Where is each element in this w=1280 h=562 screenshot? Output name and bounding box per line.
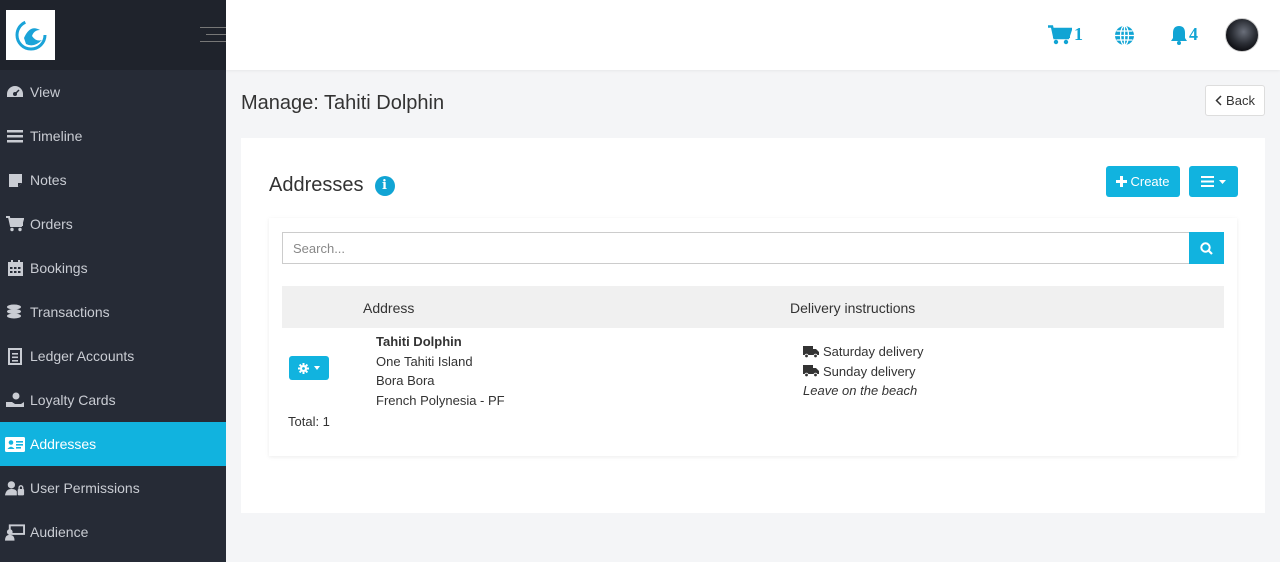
avatar[interactable] — [1225, 18, 1259, 52]
address-line: One Tahiti Island — [376, 353, 473, 369]
cart-icon — [5, 215, 25, 233]
addresses-panel: Address Delivery instructions Tahiti Dol… — [269, 218, 1237, 456]
delivery-item: Saturday delivery — [803, 342, 923, 362]
total-count: Total: 1 — [288, 414, 330, 429]
sidebar-item-label: Bookings — [30, 260, 88, 276]
sidebar-item-label: Ledger Accounts — [30, 348, 135, 364]
sidebar-item-notes[interactable]: Notes — [0, 158, 226, 202]
addresses-card: Addresses i Create Address Delivery inst… — [241, 138, 1265, 513]
bell-icon — [1171, 25, 1187, 45]
sidebar-item-bookings[interactable]: Bookings — [0, 246, 226, 290]
timeline-icon — [5, 127, 25, 145]
sidebar-nav: View Timeline Notes Orders Bookings Tran… — [0, 70, 226, 554]
sidebar-toggle[interactable] — [200, 27, 226, 48]
notification-count: 4 — [1189, 24, 1198, 44]
sidebar-item-label: Transactions — [30, 304, 110, 320]
back-button[interactable]: Back — [1205, 85, 1265, 116]
chevron-left-icon — [1215, 95, 1222, 106]
create-button[interactable]: Create — [1106, 166, 1180, 197]
sidebar-item-orders[interactable]: Orders — [0, 202, 226, 246]
table-header: Address Delivery instructions — [282, 286, 1224, 328]
sidebar-item-label: Notes — [30, 172, 67, 188]
create-button-label: Create — [1130, 174, 1170, 189]
sidebar-item-label: Addresses — [30, 436, 97, 452]
back-button-label: Back — [1226, 93, 1255, 108]
delivery-cell: Saturday delivery Sunday delivery Leave … — [803, 342, 923, 401]
addresses-table: Address Delivery instructions Tahiti Dol… — [282, 286, 1224, 412]
delivery-note: Leave on the beach — [803, 383, 918, 398]
coins-icon — [5, 303, 25, 321]
column-header-address: Address — [363, 300, 415, 316]
page-title: Manage: Tahiti Dolphin — [241, 92, 445, 114]
sidebar-item-transactions[interactable]: Transactions — [0, 290, 226, 334]
plus-icon — [1116, 176, 1128, 187]
notifications-button[interactable]: 4 — [1170, 24, 1198, 45]
list-icon — [1201, 176, 1214, 187]
note-icon — [5, 171, 25, 189]
sidebar-item-user-permissions[interactable]: User Permissions — [0, 466, 226, 510]
dashboard-icon — [5, 83, 25, 101]
cart-button[interactable]: 1 — [1048, 24, 1083, 45]
globe-icon — [1115, 25, 1134, 46]
delivery-item-label: Saturday delivery — [823, 344, 924, 359]
sidebar-item-label: User Permissions — [30, 480, 140, 496]
search-bar — [282, 232, 1225, 264]
address-cell: Tahiti Dolphin One Tahiti Island Bora Bo… — [376, 332, 505, 410]
ledger-icon — [5, 347, 25, 365]
search-icon — [1200, 241, 1213, 255]
caret-down-icon — [314, 366, 320, 370]
options-menu-button[interactable] — [1189, 166, 1238, 197]
gear-icon — [298, 362, 309, 374]
sidebar-item-label: Loyalty Cards — [30, 392, 116, 408]
logo[interactable] — [6, 10, 55, 60]
cart-count: 1 — [1074, 24, 1083, 44]
calendar-icon — [5, 259, 25, 277]
sidebar-item-label: View — [30, 84, 61, 100]
dolphin-logo-icon — [15, 19, 46, 51]
address-name: Tahiti Dolphin — [376, 334, 462, 349]
column-header-delivery: Delivery instructions — [790, 300, 916, 316]
address-line: French Polynesia - PF — [376, 392, 505, 408]
sidebar-item-timeline[interactable]: Timeline — [0, 114, 226, 158]
sidebar: View Timeline Notes Orders Bookings Tran… — [0, 0, 226, 562]
truck-icon — [803, 345, 819, 358]
sidebar-item-ledger-accounts[interactable]: Ledger Accounts — [0, 334, 226, 378]
addresses-heading: Addresses i — [269, 174, 395, 197]
sidebar-item-label: Orders — [30, 216, 73, 232]
sidebar-item-label: Timeline — [30, 128, 83, 144]
sidebar-item-loyalty-cards[interactable]: Loyalty Cards — [0, 378, 226, 422]
info-icon[interactable]: i — [374, 175, 395, 196]
search-input[interactable] — [282, 232, 1190, 264]
row-actions-button[interactable] — [289, 356, 329, 380]
sidebar-item-addresses[interactable]: Addresses — [0, 422, 226, 466]
sidebar-header — [0, 0, 226, 70]
sidebar-item-audience[interactable]: Audience — [0, 510, 226, 554]
cart-icon — [1048, 24, 1072, 44]
caret-down-icon — [1219, 179, 1226, 184]
topbar: 1 4 — [226, 0, 1280, 70]
loyalty-icon — [5, 391, 25, 409]
search-button[interactable] — [1189, 232, 1224, 264]
truck-icon — [803, 365, 819, 378]
address-card-icon — [5, 435, 25, 453]
delivery-item: Sunday delivery — [803, 362, 923, 382]
sidebar-item-label: Audience — [30, 524, 89, 540]
sidebar-item-view[interactable]: View — [0, 70, 226, 114]
language-button[interactable] — [1114, 25, 1135, 46]
audience-icon — [5, 523, 25, 541]
table-row: Tahiti Dolphin One Tahiti Island Bora Bo… — [282, 328, 1224, 412]
addresses-title: Addresses — [269, 174, 364, 196]
address-line: Bora Bora — [376, 373, 435, 388]
user-lock-icon — [5, 479, 25, 497]
delivery-item-label: Sunday delivery — [823, 363, 916, 379]
